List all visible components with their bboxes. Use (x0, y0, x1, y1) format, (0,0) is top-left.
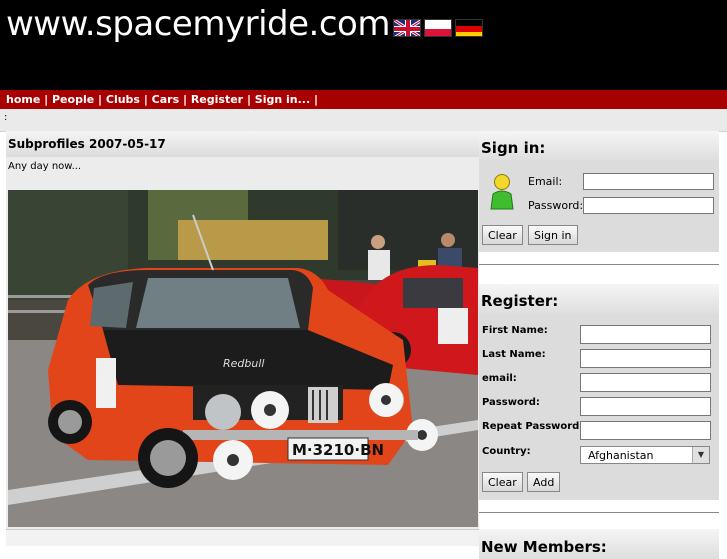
nav-home[interactable]: home (6, 93, 40, 106)
signin-submit-button[interactable]: Sign in (528, 225, 578, 245)
site-title[interactable]: www.spacemyride.com (6, 4, 390, 44)
article-title: Subprofiles 2007-05-17 (8, 137, 166, 151)
register-clear-button[interactable]: Clear (482, 472, 523, 492)
sidebar: Sign in: Email: Password: Clear Sign in … (479, 131, 719, 559)
last-name-input[interactable] (580, 349, 711, 368)
nav-sign-in[interactable]: Sign in... (255, 93, 310, 106)
license-plate: M·3210·BN (292, 441, 384, 459)
nav-cars[interactable]: Cars (152, 93, 179, 106)
register-header: Register: (479, 284, 719, 314)
signin-title: Sign in: (481, 139, 546, 157)
register-title: Register: (481, 292, 559, 310)
main-content: Subprofiles 2007-05-17 Any day now... M·… (6, 131, 479, 546)
nav-clubs[interactable]: Clubs (106, 93, 140, 106)
signin-divider (479, 264, 719, 265)
register-add-button[interactable]: Add (527, 472, 561, 492)
article-text: Any day now... (8, 161, 82, 172)
chevron-down-icon[interactable]: ▼ (692, 447, 709, 463)
signin-email-input[interactable] (583, 173, 714, 190)
german-flag-icon[interactable] (455, 19, 483, 37)
article-footer (6, 529, 479, 546)
register-divider (479, 512, 719, 513)
signin-password-label: Password: (528, 199, 584, 212)
rally-car-photo: M·3210·BN Redbull (8, 190, 478, 527)
article-header: Subprofiles 2007-05-17 (6, 131, 479, 157)
user-icon (490, 174, 514, 214)
polish-flag-icon[interactable] (424, 19, 452, 37)
first-name-input[interactable] (580, 325, 711, 344)
nav-register[interactable]: Register (191, 93, 243, 106)
signin-panel: Email: Password: Clear Sign in (479, 161, 719, 252)
site-header: www.spacemyride.com (0, 0, 727, 90)
repeat-password-label: Repeat Password: (482, 421, 584, 432)
country-select[interactable]: Afghanistan ▼ (580, 446, 710, 464)
signin-header: Sign in: (479, 131, 719, 161)
country-label: Country: (482, 446, 531, 457)
first-name-label: First Name: (482, 325, 548, 336)
nav-links: home | People | Clubs | Cars | Register … (6, 93, 319, 106)
hood-sticker: Redbull (223, 357, 264, 370)
english-flag-icon[interactable] (393, 19, 421, 37)
register-password-label: Password: (482, 397, 540, 408)
new-members-header: New Members: (479, 529, 719, 559)
register-email-input[interactable] (580, 373, 711, 392)
signin-clear-button[interactable]: Clear (482, 225, 523, 245)
register-password-input[interactable] (580, 397, 711, 416)
register-email-label: email: (482, 373, 517, 384)
signin-password-input[interactable] (583, 197, 714, 214)
country-select-value: Afghanistan (588, 449, 654, 462)
repeat-password-input[interactable] (580, 421, 711, 440)
sub-bar: : (0, 109, 727, 132)
last-name-label: Last Name: (482, 349, 546, 360)
main-nav: home | People | Clubs | Cars | Register … (0, 90, 727, 109)
sub-bar-mark: : (4, 112, 8, 123)
nav-people[interactable]: People (52, 93, 94, 106)
register-panel: First Name: Last Name: email: Password: … (479, 314, 719, 500)
new-members-title: New Members: (481, 538, 607, 556)
signin-email-label: Email: (528, 175, 563, 188)
